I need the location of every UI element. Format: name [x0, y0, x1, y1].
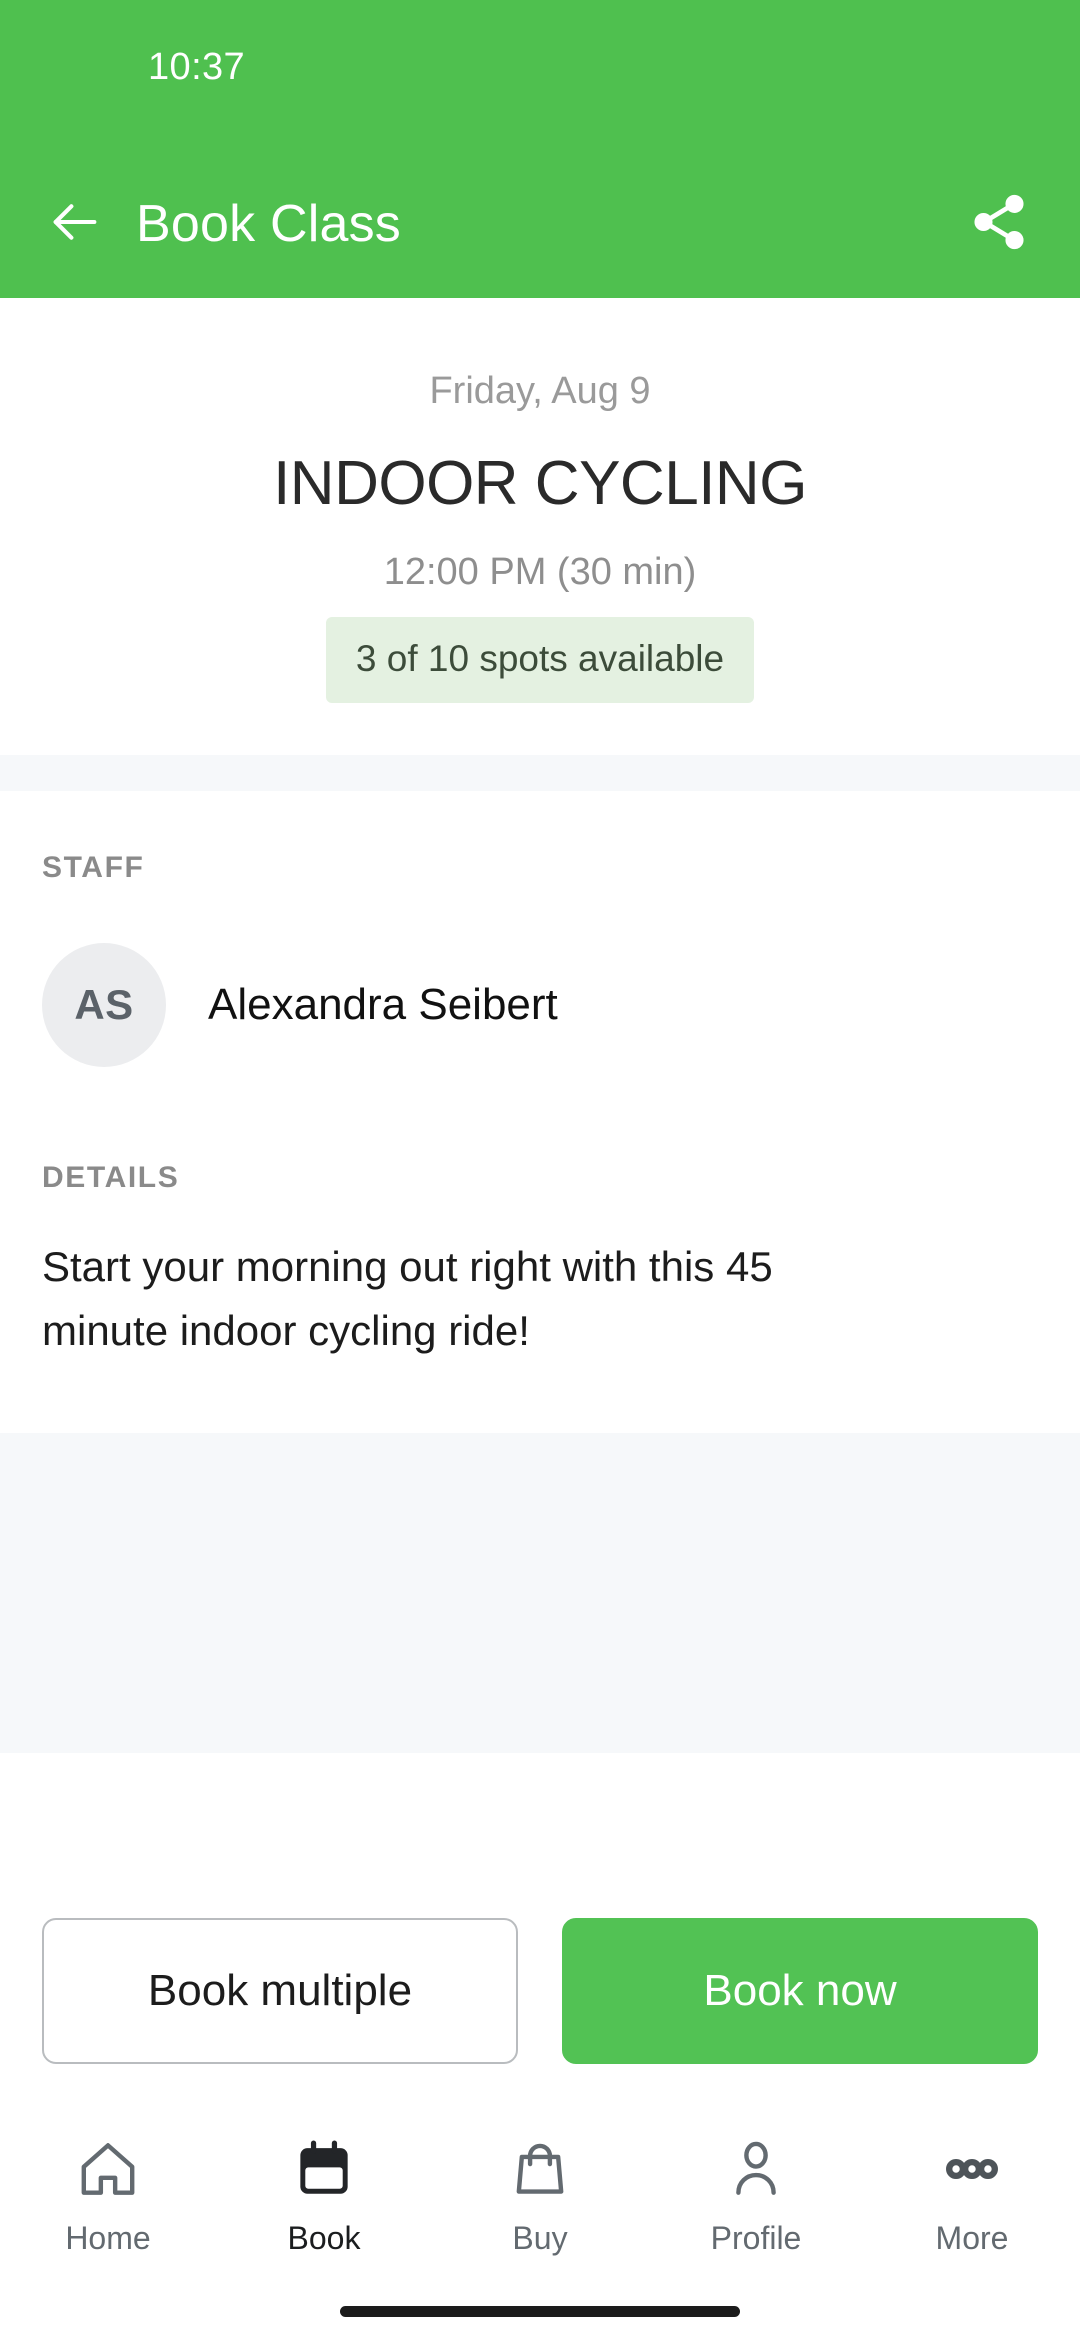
book-now-button[interactable]: Book now — [562, 1918, 1038, 2064]
phone-screen: 10:37 Book Class Friday, Aug 9 INDOOR CY… — [0, 0, 1080, 2340]
shopping-bag-icon — [507, 2132, 573, 2206]
share-button[interactable] — [964, 189, 1034, 259]
nav-label-book: Book — [287, 2220, 361, 2256]
nav-label-buy: Buy — [512, 2220, 568, 2256]
class-time: 12:00 PM (30 min) — [383, 550, 697, 593]
calendar-icon — [291, 2132, 357, 2206]
bottom-navigation: Home Book Buy Profile More — [0, 2110, 1080, 2282]
class-title: INDOOR CYCLING — [273, 448, 807, 518]
book-multiple-button[interactable]: Book multiple — [42, 1918, 518, 2064]
back-button[interactable] — [42, 191, 108, 257]
home-indicator-area — [0, 2282, 1080, 2340]
details-description: Start your morning out right with this 4… — [42, 1243, 773, 1355]
status-bar-clock: 10:37 — [148, 46, 246, 88]
nav-item-buy[interactable]: Buy — [432, 2132, 648, 2254]
spots-badge-wrapper: 3 of 10 spots available — [40, 616, 1040, 704]
status-bar: 10:37 — [0, 0, 1080, 150]
share-icon — [968, 191, 1030, 258]
nav-label-profile: Profile — [710, 2220, 802, 2256]
staff-row[interactable]: AS Alexandra Seibert — [42, 943, 1038, 1068]
app-bar: Book Class — [0, 150, 1080, 298]
nav-label-home: Home — [65, 2220, 151, 2256]
person-icon — [723, 2132, 789, 2206]
home-icon — [75, 2132, 141, 2206]
nav-label-more: More — [935, 2220, 1009, 2256]
nav-item-book[interactable]: Book — [216, 2132, 432, 2254]
staff-name: Alexandra Seibert — [208, 980, 558, 1030]
ellipsis-icon — [939, 2132, 1005, 2206]
nav-item-profile[interactable]: Profile — [648, 2132, 864, 2254]
class-date: Friday, Aug 9 — [429, 370, 651, 412]
nav-item-home[interactable]: Home — [0, 2132, 216, 2254]
avatar: AS — [42, 943, 166, 1068]
nav-item-more[interactable]: More — [864, 2132, 1080, 2254]
action-bar: Book multiple Book now — [0, 1862, 1080, 2110]
page-title: Book Class — [136, 195, 401, 253]
home-indicator[interactable] — [340, 2305, 740, 2317]
class-hero: Friday, Aug 9 INDOOR CYCLING 12:00 PM (3… — [0, 298, 1080, 756]
info-card: STAFF AS Alexandra Seibert DETAILS Start… — [0, 791, 1080, 1434]
content-scroll-area[interactable]: Friday, Aug 9 INDOOR CYCLING 12:00 PM (3… — [0, 298, 1080, 1862]
arrow-left-icon — [46, 193, 104, 256]
staff-section-label: STAFF — [42, 851, 145, 885]
section-divider-bottom — [0, 1433, 1080, 1754]
spots-available-badge: 3 of 10 spots available — [325, 616, 755, 704]
section-divider-top — [0, 755, 1080, 792]
details-section-label: DETAILS — [42, 1161, 180, 1195]
